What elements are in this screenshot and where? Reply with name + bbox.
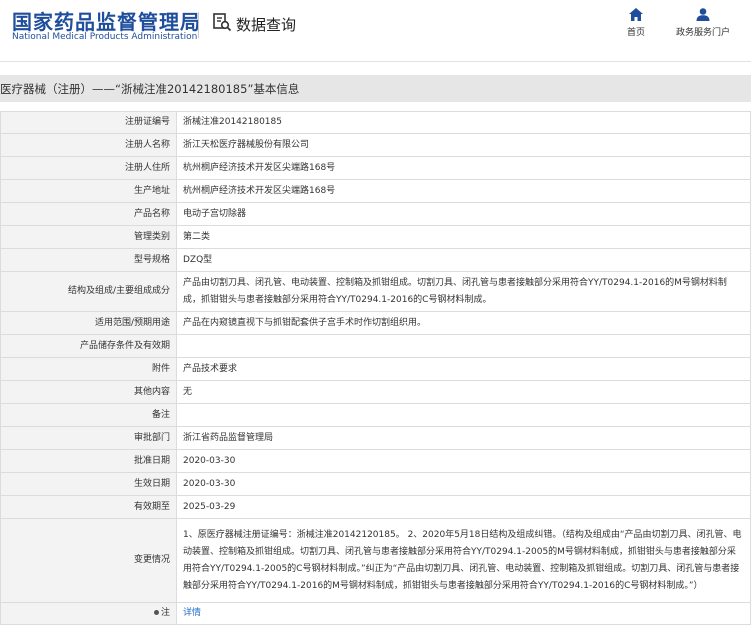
table-row: 注册人名称 浙江天松医疗器械股份有限公司	[0, 133, 751, 157]
row-value: 杭州桐庐经济技术开发区尖端路168号	[176, 156, 751, 180]
note-icon	[153, 610, 159, 615]
row-value: 2020-03-30	[176, 449, 751, 473]
table-row: 其他内容 无	[0, 380, 751, 404]
table-row: 产品储存条件及有效期	[0, 334, 751, 358]
row-value: 浙械注准20142180185	[176, 111, 751, 134]
table-row: 生效日期 2020-03-30	[0, 472, 751, 496]
row-label: 产品名称	[0, 202, 177, 226]
row-label: 其他内容	[0, 380, 177, 404]
record-title: 医疗器械（注册）——“浙械注准20142180185”基本信息	[0, 82, 300, 96]
row-label: 管理类别	[0, 225, 177, 249]
nav-home[interactable]: 首页	[622, 8, 650, 38]
nav-service-label: 政务服务门户	[675, 28, 730, 38]
data-query-link[interactable]: 数据查询	[212, 12, 296, 36]
row-label: 注册证编号	[0, 111, 177, 134]
row-label: 审批部门	[0, 426, 177, 450]
site-logo-title[interactable]: 国家药品监督管理局	[12, 6, 201, 35]
row-value: 第二类	[176, 225, 751, 249]
nav-service-portal[interactable]: 政务服务门户	[670, 8, 736, 38]
table-row: 适用范围/预期用途 产品在内窥镜直视下与抓钳配套供子宫手术时作切割组织用。	[0, 311, 751, 335]
row-value: 1、原医疗器械注册证编号：浙械注准20142120185。 2、2020年5月1…	[176, 518, 751, 603]
row-label: 适用范围/预期用途	[0, 311, 177, 335]
row-value: 浙江省药品监督管理局	[176, 426, 751, 450]
table-row: 备注	[0, 403, 751, 427]
row-label: 生产地址	[0, 179, 177, 203]
table-row: 注册证编号 浙械注准20142180185	[0, 111, 751, 134]
row-label: 附件	[0, 357, 177, 381]
data-query-label: 数据查询	[236, 15, 297, 34]
row-label: 型号规格	[0, 248, 177, 272]
table-row: 有效期至 2025-03-29	[0, 495, 751, 519]
registration-info-table: 注册证编号 浙械注准20142180185 注册人名称 浙江天松医疗器械股份有限…	[0, 111, 751, 625]
row-value: 电动子宫切除器	[176, 202, 751, 226]
details-link[interactable]: 详情	[183, 608, 201, 618]
row-label: 有效期至	[0, 495, 177, 519]
row-value: 产品在内窥镜直视下与抓钳配套供子宫手术时作切割组织用。	[176, 311, 751, 335]
row-value	[176, 403, 751, 427]
row-label: 注册人住所	[0, 156, 177, 180]
nav-home-label: 首页	[626, 28, 645, 38]
note-label: 注	[160, 608, 170, 618]
row-label: 备注	[0, 403, 177, 427]
table-row: 审批部门 浙江省药品监督管理局	[0, 426, 751, 450]
home-icon	[629, 8, 643, 21]
row-value-note: 详情	[176, 602, 751, 625]
row-label: 注册人名称	[0, 133, 177, 157]
row-value: DZQ型	[176, 248, 751, 272]
row-value: 产品由切割刀具、闭孔管、电动装置、控制箱及抓钳组成。切割刀具、闭孔管与患者接触部…	[176, 271, 751, 312]
row-value: 2025-03-29	[176, 495, 751, 519]
table-row: 生产地址 杭州桐庐经济技术开发区尖端路168号	[0, 179, 751, 203]
row-label-note: 注	[0, 602, 177, 625]
site-header: 国家药品监督管理局 National Medical Products Admi…	[0, 0, 751, 62]
table-row: 批准日期 2020-03-30	[0, 449, 751, 473]
row-label: 产品储存条件及有效期	[0, 334, 177, 358]
row-value: 杭州桐庐经济技术开发区尖端路168号	[176, 179, 751, 203]
row-value	[176, 334, 751, 358]
row-label: 批准日期	[0, 449, 177, 473]
header-divider	[198, 12, 199, 38]
table-row: 管理类别 第二类	[0, 225, 751, 249]
table-row: 注册人住所 杭州桐庐经济技术开发区尖端路168号	[0, 156, 751, 180]
header-separator	[0, 61, 751, 62]
row-value: 无	[176, 380, 751, 404]
user-icon	[696, 8, 710, 21]
table-row-note: 注 详情	[0, 602, 751, 625]
row-value: 浙江天松医疗器械股份有限公司	[176, 133, 751, 157]
table-row: 结构及组成/主要组成成分 产品由切割刀具、闭孔管、电动装置、控制箱及抓钳组成。切…	[0, 271, 751, 312]
table-row: 变更情况 1、原医疗器械注册证编号：浙械注准20142120185。 2、202…	[0, 518, 751, 603]
table-row: 型号规格 DZQ型	[0, 248, 751, 272]
row-label: 结构及组成/主要组成成分	[0, 271, 177, 312]
table-row: 产品名称 电动子宫切除器	[0, 202, 751, 226]
record-title-bar: 医疗器械（注册）——“浙械注准20142180185”基本信息	[0, 75, 751, 102]
site-logo-subtitle: National Medical Products Administration	[12, 32, 198, 42]
row-value: 2020-03-30	[176, 472, 751, 496]
row-label: 变更情况	[0, 518, 177, 603]
row-value: 产品技术要求	[176, 357, 751, 381]
row-label: 生效日期	[0, 472, 177, 496]
table-row: 附件 产品技术要求	[0, 357, 751, 381]
document-search-icon	[212, 12, 232, 36]
